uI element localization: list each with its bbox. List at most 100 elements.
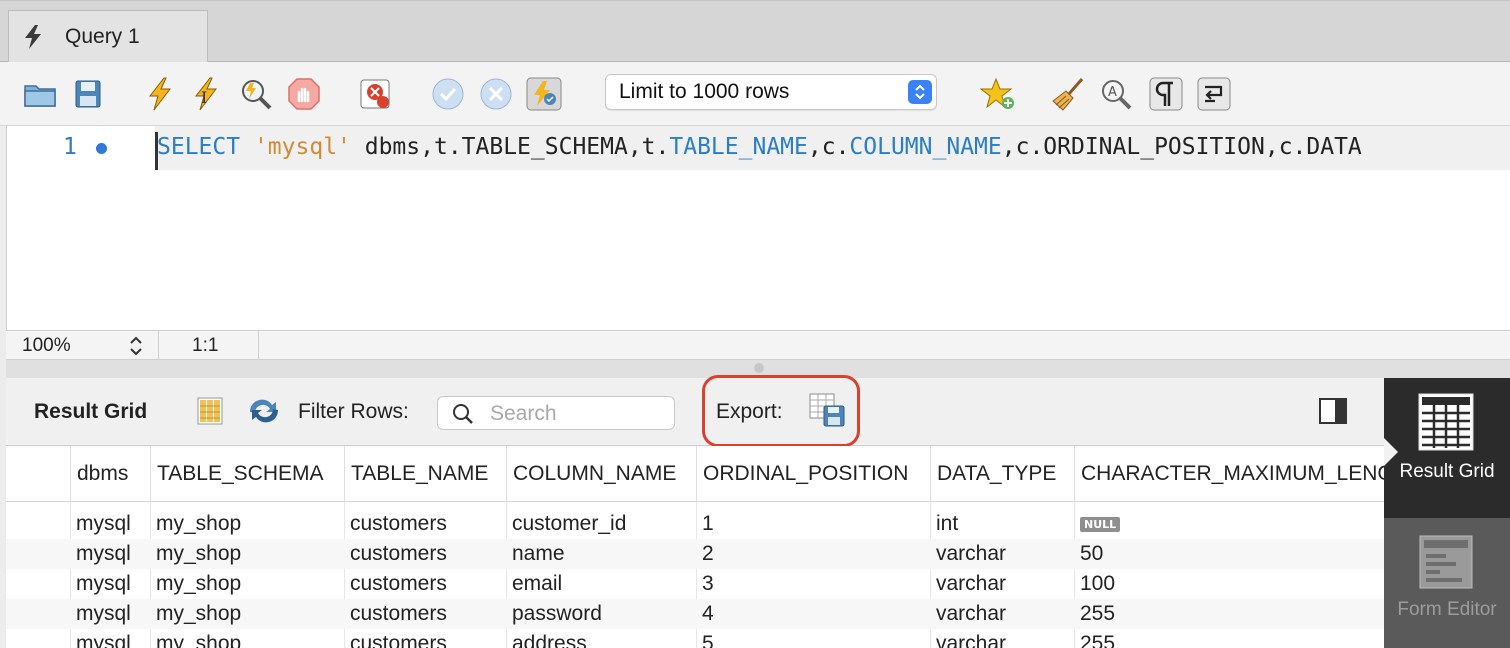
sql-code-line[interactable]: SELECT 'mysql' dbms,t.TABLE_SCHEMA,t.TAB… xyxy=(157,134,1362,160)
table-cell[interactable]: my_shop xyxy=(150,542,241,566)
table-cell[interactable]: customers xyxy=(344,632,447,648)
table-cell[interactable]: mysql xyxy=(70,572,131,596)
table-cell[interactable]: address xyxy=(506,632,587,648)
code-token: ,c. xyxy=(807,134,850,160)
sql-editor-toolbar: I Limit to 1000 rows A xyxy=(0,62,1510,126)
editor-status-bar: 100% 1:1 xyxy=(6,330,1510,361)
filter-rows-search-input[interactable]: Search xyxy=(437,396,675,430)
table-cell[interactable]: customers xyxy=(344,602,447,626)
export-label: Export: xyxy=(716,400,783,423)
lightning-icon xyxy=(19,23,47,51)
chevron-updown-icon xyxy=(908,80,932,104)
explain-icon[interactable] xyxy=(238,76,274,112)
save-icon[interactable] xyxy=(70,76,106,112)
search-icon xyxy=(452,403,474,430)
commit-icon[interactable] xyxy=(430,76,466,112)
table-cell[interactable]: 255 xyxy=(1074,632,1115,648)
table-row[interactable]: mysql my_shop customers email 3 varchar 100 xyxy=(6,569,1384,599)
column-header[interactable]: ORDINAL_POSITION xyxy=(696,446,930,502)
result-grid-table[interactable]: dbms TABLE_SCHEMA TABLE_NAME COLUMN_NAME ORD… xyxy=(6,446,1384,648)
zoom-stepper-icon[interactable] xyxy=(128,334,144,358)
toggle-errors-icon[interactable] xyxy=(358,76,394,112)
table-cell[interactable]: 50 xyxy=(1074,542,1103,566)
table-cell[interactable]: 255 xyxy=(1074,602,1115,626)
autocommit-icon[interactable] xyxy=(526,76,562,112)
tab-query-1[interactable]: Query 1 xyxy=(8,10,208,63)
table-cell[interactable]: mysql xyxy=(70,602,131,626)
table-row[interactable]: mysql my_shop customers name 2 varchar 50 xyxy=(6,539,1384,569)
table-cell[interactable]: customer_id xyxy=(506,512,626,536)
table-cell[interactable]: mysql xyxy=(70,632,131,648)
table-cell[interactable]: my_shop xyxy=(150,602,241,626)
table-row[interactable]: mysql my_shop customers address 5 varchar 255 xyxy=(6,629,1384,648)
result-view-sidebar: Result Grid Form Editor xyxy=(1384,378,1510,648)
table-cell[interactable]: password xyxy=(506,602,602,626)
splitter-handle[interactable] xyxy=(754,363,764,373)
search-placeholder: Search xyxy=(490,402,557,425)
code-token: TABLE_NAME xyxy=(669,134,808,160)
column-header[interactable]: dbms xyxy=(70,446,150,502)
result-toolbar: Result Grid Filter Rows: Search Export: xyxy=(6,375,1384,447)
table-cell[interactable]: email xyxy=(506,572,562,596)
code-token: COLUMN_NAME xyxy=(849,134,1002,160)
stop-icon[interactable] xyxy=(286,76,322,112)
table-cell[interactable]: 5 xyxy=(696,632,714,648)
table-cell[interactable]: name xyxy=(506,542,565,566)
column-header[interactable]: TABLE_SCHEMA xyxy=(150,446,344,502)
result-grid-icon xyxy=(1417,392,1475,457)
code-token: dbms,t.TABLE_SCHEMA,t. xyxy=(350,134,670,160)
execute-current-icon[interactable]: I xyxy=(188,76,224,112)
table-cell[interactable]: varchar xyxy=(930,542,1006,566)
column-toggle-icon[interactable] xyxy=(196,396,224,431)
find-icon[interactable]: A xyxy=(1098,76,1134,112)
column-header[interactable]: TABLE_NAME xyxy=(344,446,506,502)
null-badge: NULL xyxy=(1080,516,1121,532)
table-cell[interactable]: varchar xyxy=(930,572,1006,596)
table-cell[interactable]: 4 xyxy=(696,602,714,626)
grid-header-row: dbms TABLE_SCHEMA TABLE_NAME COLUMN_NAME ORD… xyxy=(6,446,1384,502)
table-cell[interactable]: mysql xyxy=(70,542,131,566)
table-cell[interactable]: varchar xyxy=(930,602,1006,626)
limit-rows-select[interactable]: Limit to 1000 rows xyxy=(605,74,937,110)
form-editor-view-button[interactable]: Form Editor xyxy=(1384,518,1510,648)
table-cell[interactable]: 3 xyxy=(696,572,714,596)
table-cell[interactable]: customers xyxy=(344,542,447,566)
result-grid-view-button[interactable]: Result Grid xyxy=(1384,378,1510,518)
line-number: 1 xyxy=(63,134,77,160)
invisible-chars-icon[interactable] xyxy=(1148,76,1184,112)
svg-text:I: I xyxy=(201,88,207,107)
column-header[interactable]: COLUMN_NAME xyxy=(506,446,696,502)
table-cell[interactable]: int xyxy=(930,512,958,536)
result-grid-view-label: Result Grid xyxy=(1399,461,1495,482)
table-cell[interactable]: customers xyxy=(344,512,447,536)
zoom-level: 100% xyxy=(22,335,71,356)
table-cell[interactable]: mysql xyxy=(70,512,131,536)
open-folder-icon[interactable] xyxy=(22,76,58,112)
table-cell[interactable]: my_shop xyxy=(150,512,241,536)
bookmark-star-icon[interactable] xyxy=(980,76,1016,112)
form-editor-icon xyxy=(1418,534,1474,595)
table-cell[interactable]: NULL xyxy=(1074,512,1121,536)
column-header[interactable]: DATA_TYPE xyxy=(930,446,1074,502)
panel-toggle-icon[interactable] xyxy=(1318,396,1348,431)
table-cell[interactable]: varchar xyxy=(930,632,1006,648)
table-row[interactable]: mysql my_shop customers customer_id 1 int NULL xyxy=(6,509,1384,539)
column-header[interactable]: CHARACTER_MAXIMUM_LENGTH xyxy=(1074,446,1384,502)
table-cell[interactable]: my_shop xyxy=(150,632,241,648)
table-cell[interactable]: 1 xyxy=(696,512,714,536)
table-row[interactable]: mysql my_shop customers password 4 varchar 255 xyxy=(6,599,1384,629)
refresh-icon[interactable] xyxy=(246,396,282,431)
wrap-lines-icon[interactable] xyxy=(1196,76,1232,112)
sql-editor[interactable]: 1 SELECT 'mysql' dbms,t.TABLE_SCHEMA,t.T… xyxy=(6,126,1510,330)
table-cell[interactable]: customers xyxy=(344,572,447,596)
table-cell[interactable]: 2 xyxy=(696,542,714,566)
table-cell[interactable]: 100 xyxy=(1074,572,1115,596)
export-icon[interactable] xyxy=(808,392,846,433)
rollback-icon[interactable] xyxy=(478,76,514,112)
beautify-broom-icon[interactable] xyxy=(1050,76,1086,112)
filter-rows-label: Filter Rows: xyxy=(298,400,409,423)
svg-text:A: A xyxy=(1108,85,1117,100)
table-cell[interactable]: my_shop xyxy=(150,572,241,596)
execute-icon[interactable] xyxy=(142,76,178,112)
